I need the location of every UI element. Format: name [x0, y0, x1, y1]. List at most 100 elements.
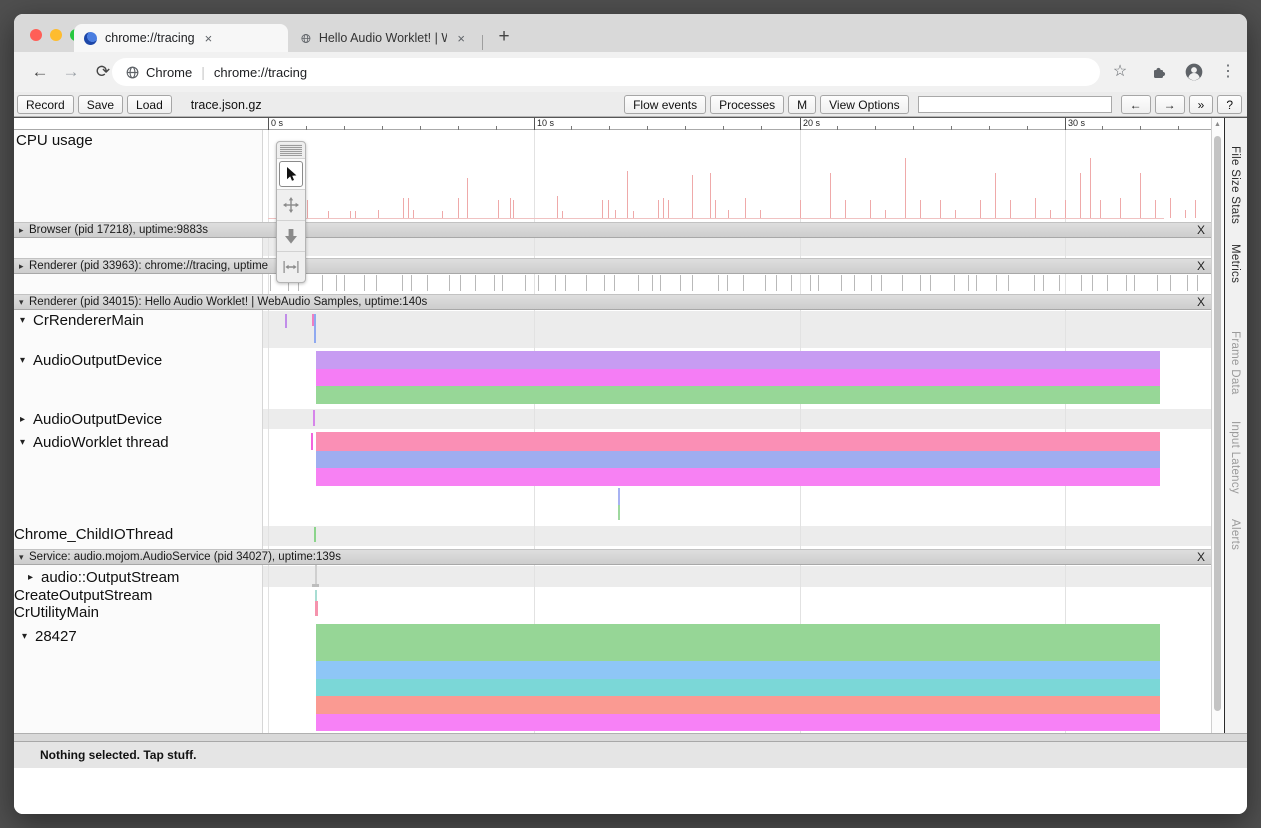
globe-icon [126, 66, 139, 79]
save-button[interactable]: Save [78, 95, 123, 114]
trace-event-mark[interactable] [618, 488, 620, 505]
thread-label[interactable]: ▾AudioWorklet thread [20, 434, 169, 450]
palette-grip-handle[interactable] [280, 144, 302, 156]
trace-event-tick [954, 275, 955, 291]
trace-event-mark[interactable] [311, 433, 313, 450]
trace-event-mark[interactable] [315, 564, 317, 585]
trace-view[interactable]: CPU usage 0 s10 s20 s30 s ▲ File Size St… [14, 117, 1247, 733]
tracing-toolbar: RecordSaveLoad trace.json.gz Flow events… [14, 92, 1247, 117]
horizontal-scrollbar-strip[interactable] [14, 733, 1247, 741]
scroll-up-icon[interactable]: ▲ [1214, 121, 1221, 128]
new-tab-button[interactable]: + [492, 26, 516, 48]
omnibox[interactable]: Chrome | chrome://tracing [112, 58, 1100, 86]
sidebar-tab-frame-data[interactable]: Frame Data [1229, 331, 1241, 395]
tab-tracing[interactable]: chrome://tracing × [74, 24, 288, 52]
menu-dots-icon[interactable]: ⋮ [1216, 61, 1240, 83]
sidebar-tab-file-size-stats[interactable]: File Size Stats [1229, 146, 1241, 224]
bookmark-icon[interactable]: ☆ [1108, 61, 1132, 83]
ruler-minor-tick [761, 126, 762, 130]
thread-label[interactable]: ▾28427 [22, 628, 77, 644]
thread-label[interactable]: ▸AudioOutputDevice [20, 411, 162, 427]
address-bar: ← → ⟳ Chrome | chrome://tracing ☆ ⋮ [14, 52, 1247, 92]
trace-event-mark[interactable] [314, 527, 316, 542]
trace-event-mark[interactable] [618, 505, 620, 520]
trace-slice[interactable] [316, 696, 1160, 714]
zoom-tool-button[interactable] [277, 220, 305, 251]
trace-slice[interactable] [316, 369, 1160, 386]
trace-slice[interactable] [316, 468, 1160, 486]
timeline-nav-»-button[interactable]: » [1189, 95, 1214, 114]
process-header[interactable]: ▸Renderer (pid 33963): chrome://tracing,… [14, 258, 1211, 274]
m-button[interactable]: M [788, 95, 816, 114]
tab-audio-worklet[interactable]: Hello Audio Worklet! | WebAud × [291, 24, 477, 52]
trace-slice[interactable] [316, 624, 1160, 661]
process-header[interactable]: ▾Renderer (pid 34015): Hello Audio Workl… [14, 294, 1211, 310]
trace-event-mark[interactable] [315, 590, 317, 601]
thread-label[interactable]: ▾AudioOutputDevice [20, 352, 162, 368]
trace-event-tick [270, 275, 271, 291]
back-icon[interactable]: ← [28, 61, 52, 83]
close-track-button[interactable]: X [1197, 550, 1205, 564]
expand-arrow-icon[interactable]: ▸ [20, 414, 33, 425]
process-header[interactable]: ▸Browser (pid 17218), uptime:9883sX [14, 222, 1211, 238]
trace-slice[interactable] [316, 432, 1160, 451]
trace-slice[interactable] [316, 714, 1160, 731]
trace-slice[interactable] [316, 451, 1160, 468]
trace-event-mark[interactable] [314, 314, 316, 343]
sidebar-tab-alerts[interactable]: Alerts [1229, 519, 1241, 550]
expand-arrow-icon[interactable]: ▾ [19, 552, 29, 563]
thread-label[interactable]: ▾CrRendererMain [20, 312, 144, 328]
select-tool-button[interactable] [277, 158, 305, 189]
record-button[interactable]: Record [17, 95, 74, 114]
trace-slice[interactable] [316, 351, 1160, 369]
timing-tool-button[interactable] [277, 251, 305, 282]
scrollbar-thumb[interactable] [1214, 136, 1221, 711]
expand-arrow-icon[interactable]: ▾ [20, 355, 33, 366]
close-track-button[interactable]: X [1197, 295, 1205, 309]
timeline-nav-→-button[interactable]: → [1155, 95, 1185, 114]
timeline-nav-←-button[interactable]: ← [1121, 95, 1151, 114]
trace-slice[interactable] [316, 679, 1160, 696]
trace-slice[interactable] [316, 661, 1160, 679]
trace-event-mark[interactable] [285, 314, 287, 328]
site-chip[interactable]: Chrome [126, 65, 192, 80]
thread-label[interactable]: CrUtilityMain [14, 604, 99, 620]
load-button[interactable]: Load [127, 95, 172, 114]
expand-arrow-icon[interactable]: ▾ [20, 315, 33, 326]
trace-slice[interactable] [316, 386, 1160, 404]
sidebar-tab-input-latency[interactable]: Input Latency [1229, 421, 1241, 494]
thread-label[interactable]: Chrome_ChildIOThread [14, 526, 173, 542]
vertical-scrollbar[interactable]: ▲ [1211, 118, 1223, 733]
view-options-button[interactable]: View Options [820, 95, 908, 114]
thread-label[interactable]: ▸audio::OutputStream [28, 569, 179, 585]
forward-icon[interactable]: → [59, 61, 83, 83]
close-track-button[interactable]: X [1197, 223, 1205, 237]
trace-event-tick [538, 275, 539, 291]
trace-search-input[interactable] [918, 96, 1112, 113]
thread-label[interactable]: CreateOutputStream [14, 587, 152, 603]
expand-arrow-icon[interactable]: ▸ [19, 261, 29, 272]
trace-event-mark[interactable] [315, 601, 318, 616]
expand-arrow-icon[interactable]: ▾ [22, 631, 35, 642]
sidebar-tab-metrics[interactable]: Metrics [1229, 244, 1241, 283]
tab-close-icon[interactable]: × [455, 31, 467, 46]
extensions-icon[interactable] [1147, 61, 1171, 80]
expand-arrow-icon[interactable]: ▸ [19, 225, 29, 236]
minimize-window-button[interactable] [50, 29, 62, 41]
timeline-nav-?-button[interactable]: ? [1217, 95, 1242, 114]
trace-event-mark[interactable] [312, 584, 319, 587]
pan-tool-button[interactable] [277, 189, 305, 220]
trace-event-tick [1197, 275, 1198, 291]
tab-close-icon[interactable]: × [203, 31, 215, 46]
expand-arrow-icon[interactable]: ▾ [19, 297, 29, 308]
processes-button[interactable]: Processes [710, 95, 784, 114]
close-track-button[interactable]: X [1197, 259, 1205, 273]
process-header[interactable]: ▾Service: audio.mojom.AudioService (pid … [14, 549, 1211, 565]
close-window-button[interactable] [30, 29, 42, 41]
flow-events-button[interactable]: Flow events [624, 95, 706, 114]
expand-arrow-icon[interactable]: ▸ [28, 572, 41, 583]
profile-avatar-icon[interactable] [1182, 61, 1206, 82]
trace-event-mark[interactable] [313, 410, 315, 426]
trace-event-tick [1134, 275, 1135, 291]
expand-arrow-icon[interactable]: ▾ [20, 437, 33, 448]
